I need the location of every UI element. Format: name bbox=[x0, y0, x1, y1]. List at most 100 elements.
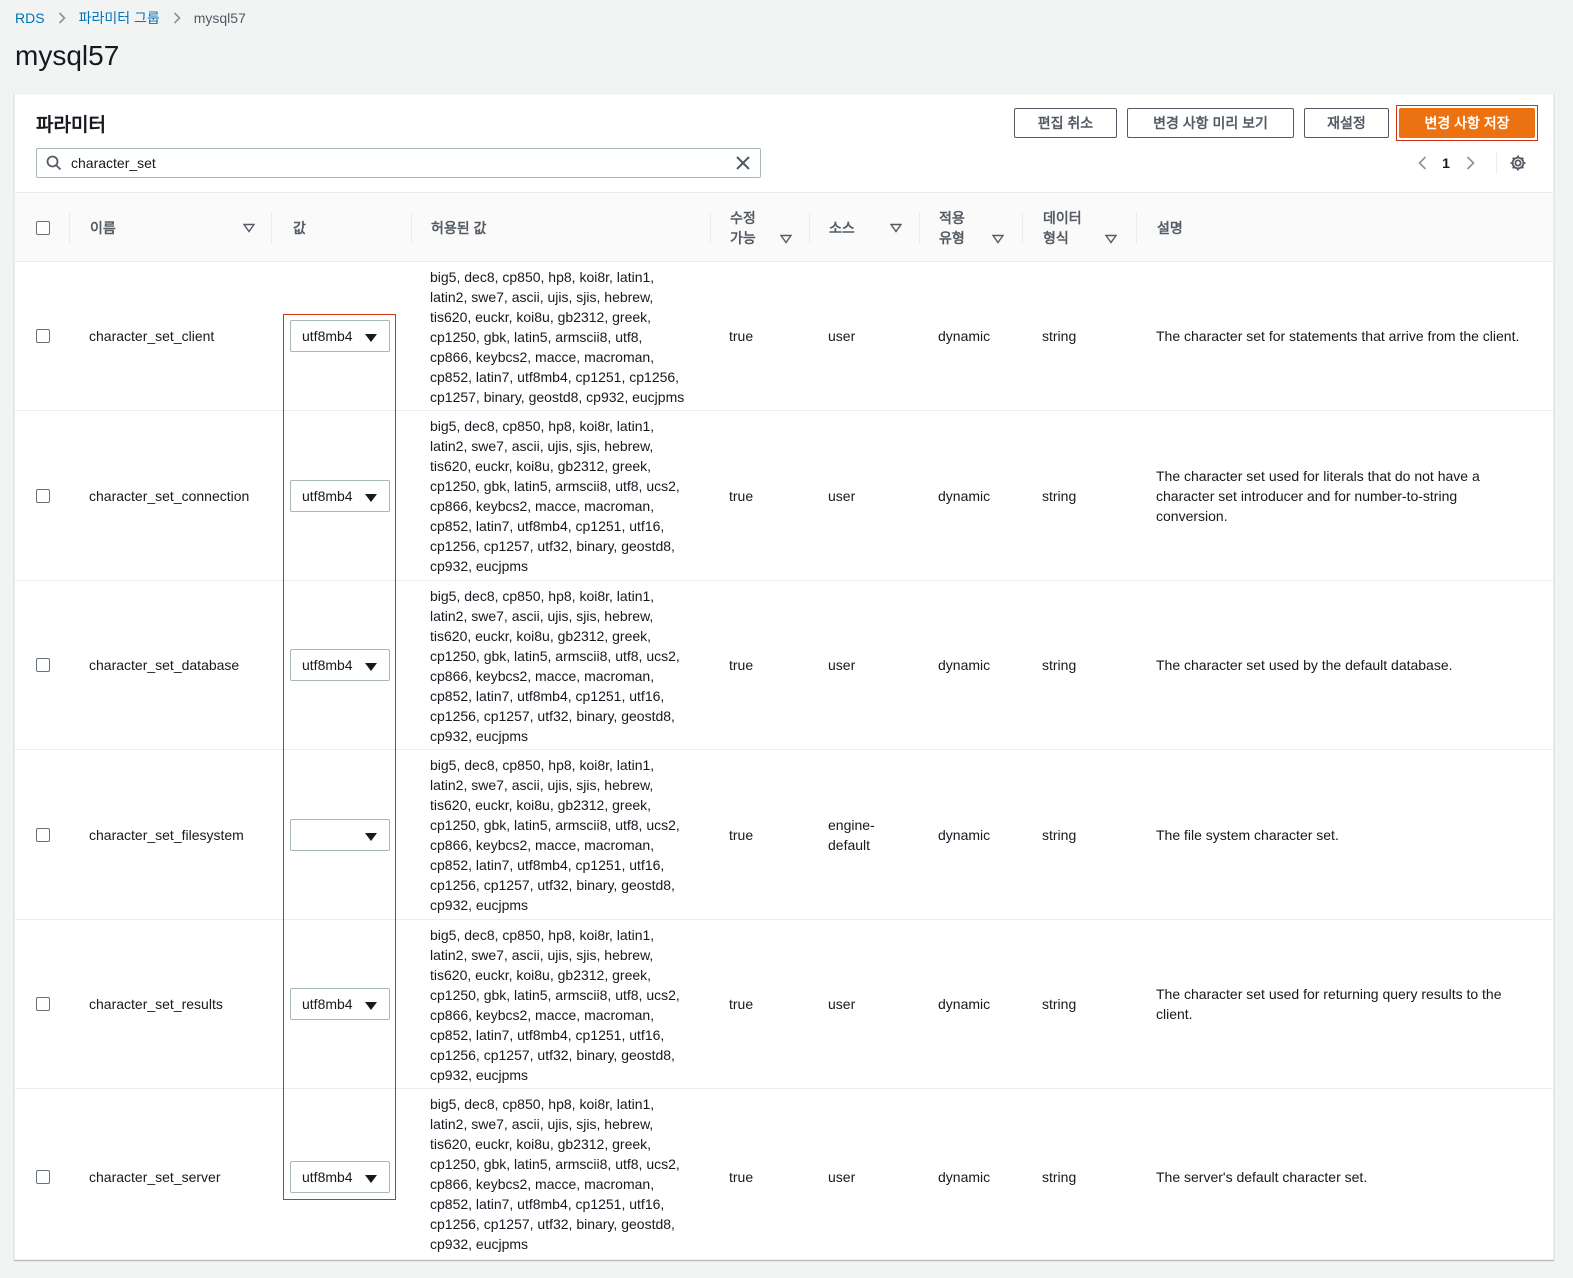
search-input[interactable] bbox=[71, 155, 726, 171]
column-label-modifiable: 수정 가능 bbox=[730, 208, 756, 248]
row-checkbox[interactable] bbox=[36, 827, 50, 842]
description-text: The character set used for returning que… bbox=[1156, 984, 1502, 1024]
value-cell: utf8mb4 bbox=[290, 1089, 390, 1259]
column-header-source[interactable]: 소스 bbox=[829, 193, 902, 263]
description-text: The character set used by the default da… bbox=[1156, 655, 1453, 675]
breadcrumb-link-rds[interactable]: RDS bbox=[15, 10, 45, 26]
allowed-values-text: big5, dec8, cp850, hp8, koi8r, latin1, la… bbox=[430, 416, 680, 576]
source-text: user bbox=[828, 326, 855, 346]
allowed-values-text: big5, dec8, cp850, hp8, koi8r, latin1, la… bbox=[430, 586, 680, 746]
row-select-cell bbox=[36, 750, 50, 919]
value-cell: utf8mb4 bbox=[290, 411, 390, 580]
description-value: The character set used for returning que… bbox=[1156, 920, 1502, 1088]
column-divider bbox=[809, 212, 810, 244]
text-line: user bbox=[828, 328, 856, 344]
sort-icon[interactable] bbox=[1105, 234, 1117, 244]
text-line: latin2, swe7, ascii, ujis, sjis, hebrew, bbox=[430, 438, 654, 454]
text-line: cp932, eucjpms bbox=[430, 728, 529, 744]
sort-icon[interactable] bbox=[780, 234, 792, 244]
value-select[interactable]: utf8mb4 bbox=[290, 320, 390, 352]
value-select[interactable]: utf8mb4 bbox=[290, 988, 390, 1020]
select-all-checkbox[interactable] bbox=[36, 221, 50, 235]
table-row: character_set_client utf8mb4 big5, dec8, c… bbox=[15, 262, 1553, 411]
allowed-values: big5, dec8, cp850, hp8, koi8r, latin1, la… bbox=[430, 581, 680, 749]
column-header-name[interactable]: 이름 bbox=[90, 193, 255, 263]
cancel-edit-button[interactable]: 편집 취소 bbox=[1014, 108, 1117, 138]
text-line: cp1256, cp1257, utf32, binary, geostd8, bbox=[430, 1216, 675, 1232]
page-number[interactable]: 1 bbox=[1434, 155, 1458, 171]
search-icon bbox=[37, 155, 71, 171]
text-line: cp1256, cp1257, utf32, binary, geostd8, bbox=[430, 877, 675, 893]
text-line: latin2, swe7, ascii, ujis, sjis, hebrew, bbox=[430, 777, 654, 793]
sort-icon[interactable] bbox=[890, 223, 902, 233]
text-line: cp1250, gbk, latin5, armscii8, utf8, ucs… bbox=[430, 987, 680, 1003]
value-select[interactable]: utf8mb4 bbox=[290, 1160, 390, 1193]
data-type-value: string bbox=[1042, 657, 1077, 673]
row-checkbox[interactable] bbox=[36, 997, 50, 1011]
text-line: big5, dec8, cp850, hp8, koi8r, latin1, bbox=[430, 757, 655, 773]
previous-page-icon[interactable] bbox=[1410, 156, 1434, 170]
next-page-icon[interactable] bbox=[1458, 156, 1482, 170]
row-checkbox[interactable] bbox=[36, 488, 50, 503]
value-select-text: utf8mb4 bbox=[302, 487, 353, 504]
text-line: cp852, latin7, utf8mb4, cp1251, utf16, bbox=[430, 688, 665, 704]
row-checkbox[interactable] bbox=[36, 329, 50, 343]
pagination: 1 bbox=[1410, 152, 1529, 174]
text-line: big5, dec8, cp850, hp8, koi8r, latin1, bbox=[430, 927, 655, 943]
text-line: cp1250, gbk, latin5, armscii8, utf8, ucs… bbox=[430, 478, 680, 494]
text-line: cp852, latin7, utf8mb4, cp1251, utf16, bbox=[430, 518, 665, 534]
row-checkbox[interactable] bbox=[36, 658, 50, 672]
caret-down-icon bbox=[365, 493, 377, 502]
table-row: character_set_database utf8mb4 big5, dec8,… bbox=[15, 581, 1553, 750]
text-line: tis620, euckr, koi8u, gb2312, greek, bbox=[430, 309, 652, 325]
modifiable-value: true bbox=[729, 487, 754, 504]
value-select[interactable]: utf8mb4 bbox=[290, 479, 390, 512]
sort-icon[interactable] bbox=[992, 234, 1004, 244]
page-title: mysql57 bbox=[15, 40, 120, 71]
column-header-description: 설명 bbox=[1157, 193, 1183, 263]
column-header-value: 값 bbox=[293, 193, 306, 263]
gear-icon[interactable] bbox=[1507, 154, 1529, 172]
parameter-name: character_set_client bbox=[89, 328, 215, 344]
column-label-name: 이름 bbox=[90, 220, 116, 236]
parameters-panel: 파라미터 편집 취소 변경 사항 미리 보기 재설정 변경 사항 저장 1 bbox=[14, 93, 1554, 1260]
modifiable-value: true bbox=[729, 826, 754, 843]
text-line: big5, dec8, cp850, hp8, koi8r, latin1, bbox=[430, 418, 655, 434]
text-line: latin2, swe7, ascii, ujis, sjis, hebrew, bbox=[430, 947, 654, 963]
text-line: cp866, keybcs2, macce, macroman, bbox=[430, 498, 655, 514]
column-header-modifiable[interactable]: 수정 가능 bbox=[730, 193, 792, 263]
text-line: cp1250, gbk, latin5, armscii8, utf8, ucs… bbox=[430, 1156, 680, 1172]
data-type-value: string bbox=[1042, 1168, 1077, 1185]
column-header-apply-type[interactable]: 적용 유형 bbox=[939, 193, 1004, 263]
reset-button[interactable]: 재설정 bbox=[1304, 108, 1389, 138]
column-header-data-type[interactable]: 데이터 형식 bbox=[1043, 193, 1117, 263]
preview-changes-button[interactable]: 변경 사항 미리 보기 bbox=[1127, 108, 1294, 138]
table-row: character_set_results utf8mb4 big5, dec8, … bbox=[15, 920, 1553, 1089]
text-line: cp932, eucjpms bbox=[430, 1236, 529, 1252]
label-line: 데이터 bbox=[1043, 210, 1082, 226]
save-changes-button[interactable]: 변경 사항 저장 bbox=[1399, 108, 1535, 138]
chevron-right-icon bbox=[173, 12, 181, 24]
sort-icon[interactable] bbox=[243, 223, 255, 233]
apply-type-value: dynamic bbox=[938, 487, 991, 504]
description-text: The file system character set. bbox=[1156, 825, 1339, 845]
text-line: cp852, latin7, utf8mb4, cp1251, utf16, bbox=[430, 857, 665, 873]
parameter-name: character_set_database bbox=[89, 657, 240, 673]
text-line: character set introducer and for number-… bbox=[1156, 487, 1458, 504]
modifiable-value: true bbox=[729, 1168, 754, 1185]
modifiable-value: true bbox=[729, 657, 754, 673]
column-divider bbox=[271, 212, 272, 244]
clear-search-icon[interactable] bbox=[726, 156, 760, 170]
row-checkbox[interactable] bbox=[36, 1169, 50, 1184]
text-line: big5, dec8, cp850, hp8, koi8r, latin1, bbox=[430, 269, 655, 285]
value-select[interactable] bbox=[290, 818, 390, 851]
value-cell bbox=[290, 750, 390, 919]
text-line: The file system character set. bbox=[1156, 826, 1339, 843]
allowed-values-text: big5, dec8, cp850, hp8, koi8r, latin1, la… bbox=[430, 267, 684, 407]
breadcrumb-link-parameter-groups[interactable]: 파라미터 그룹 bbox=[79, 8, 160, 28]
value-select[interactable]: utf8mb4 bbox=[290, 649, 390, 681]
column-divider bbox=[1136, 212, 1137, 244]
text-line: cp866, keybcs2, macce, macroman, bbox=[430, 1176, 655, 1192]
apply-type-value: dynamic bbox=[938, 1168, 991, 1185]
allowed-values: big5, dec8, cp850, hp8, koi8r, latin1, la… bbox=[430, 750, 680, 919]
